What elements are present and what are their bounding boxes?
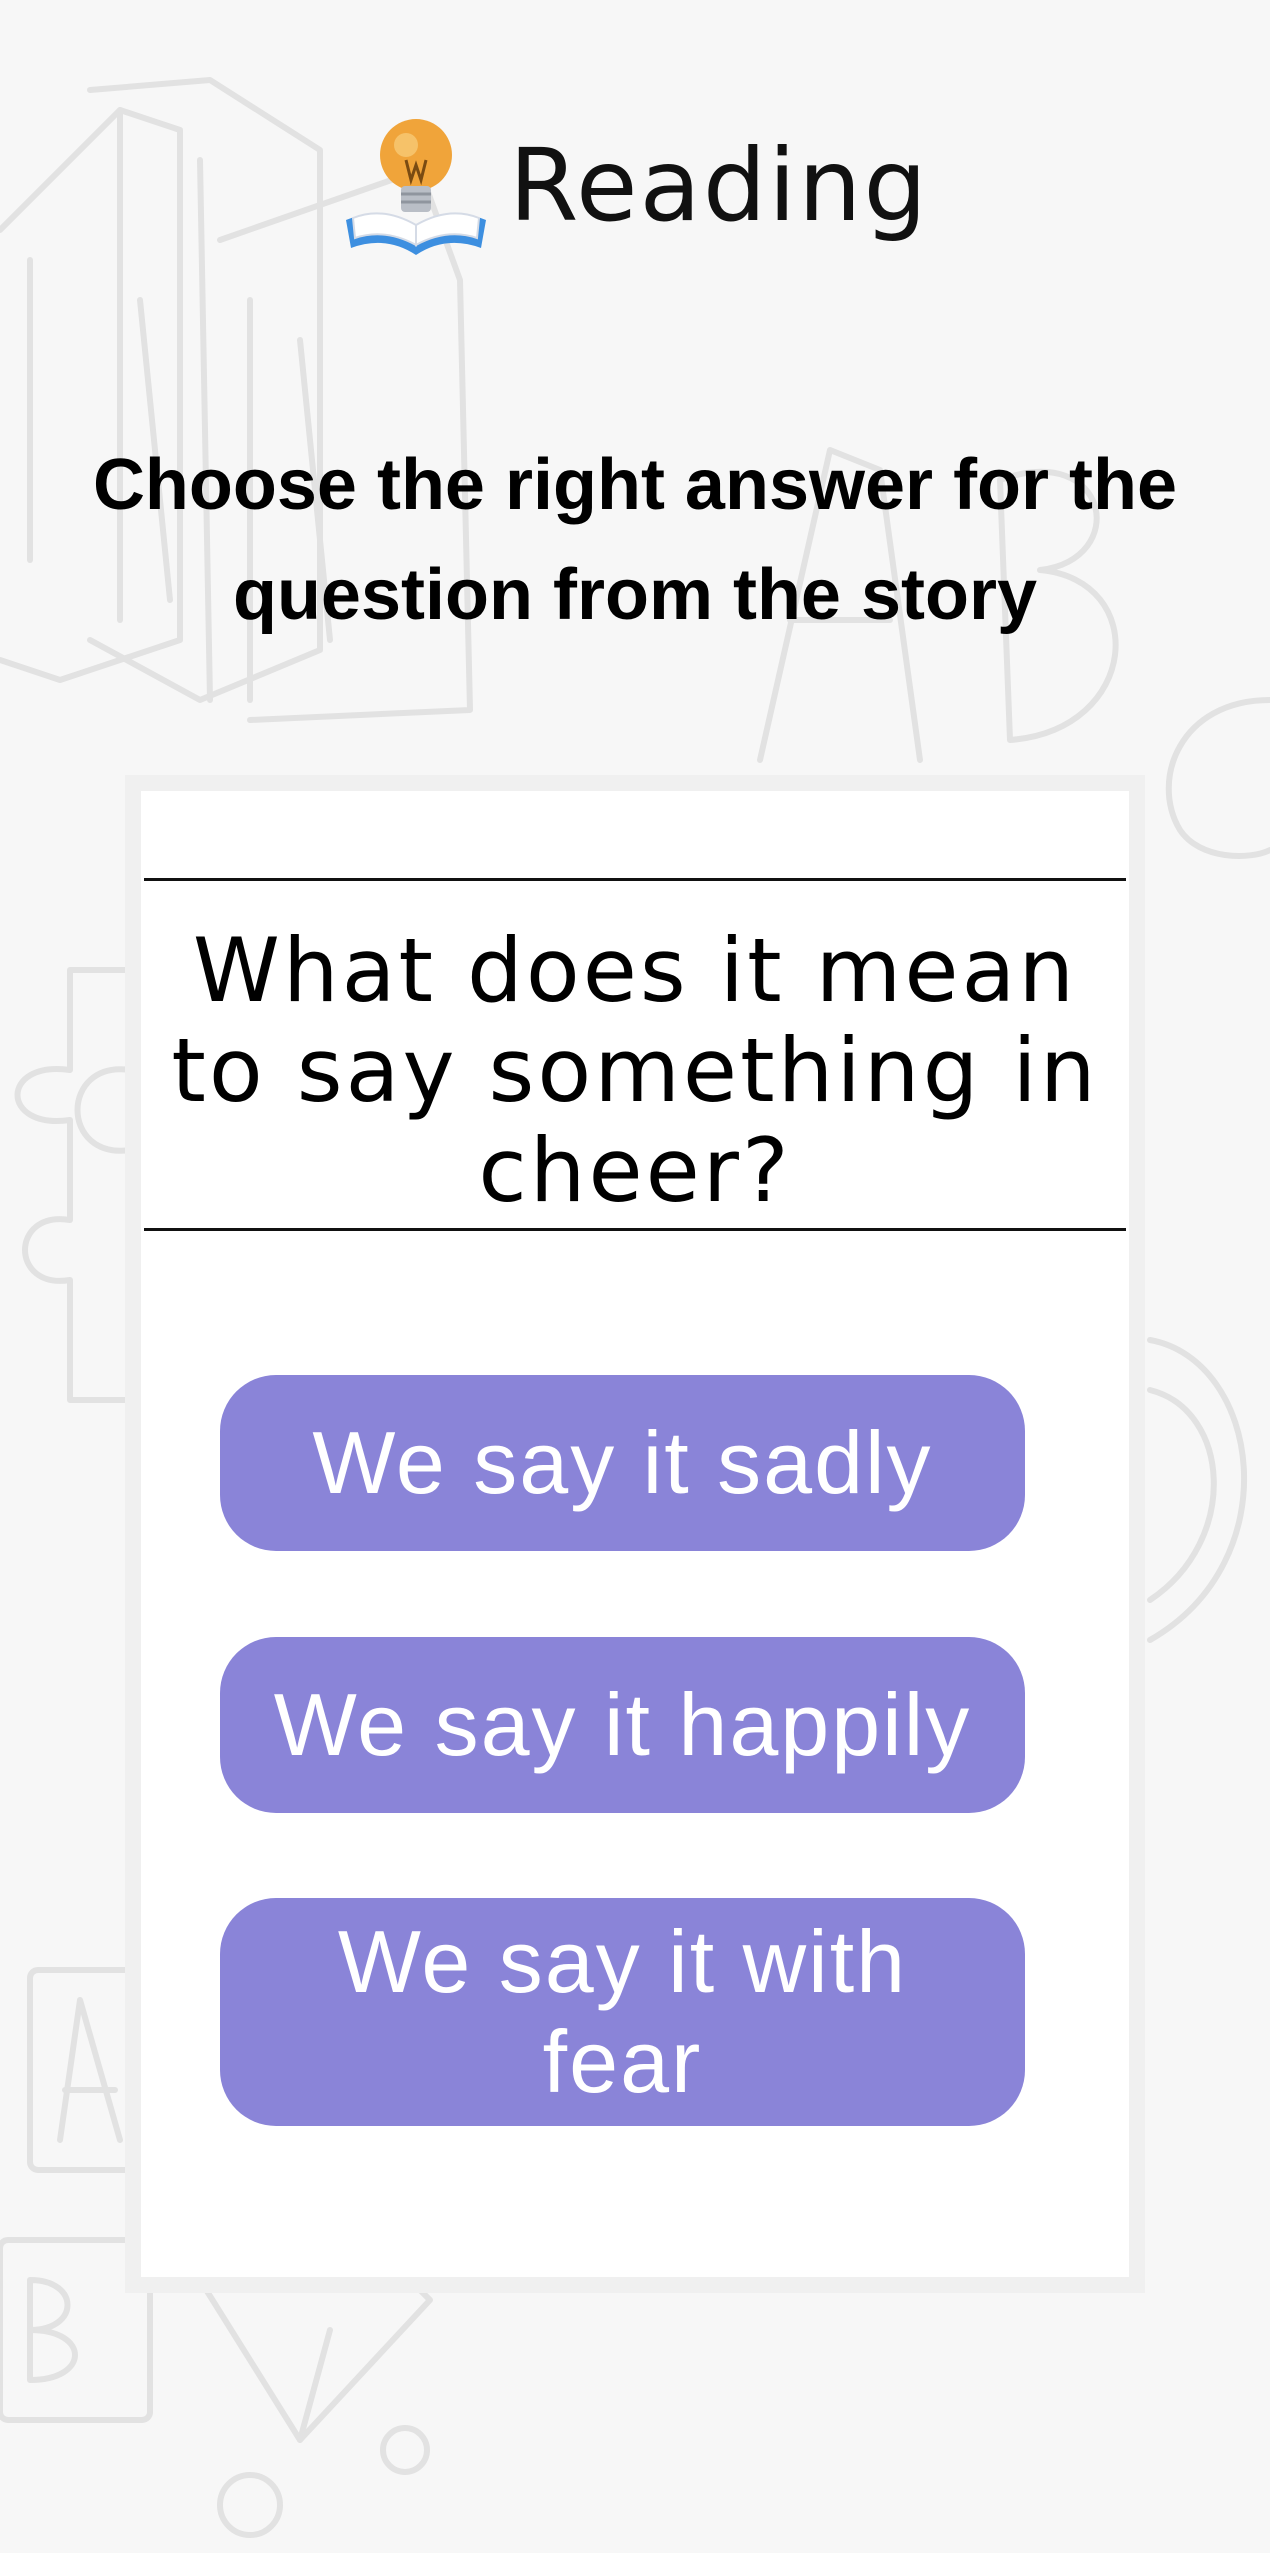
puzzle-doodle	[14, 967, 133, 1403]
answer-option-2-label: We say it happily	[273, 1675, 972, 1774]
answer-option-3-label: We say it with fear	[337, 1912, 908, 2111]
answer-option-1-label: We say it sadly	[312, 1413, 933, 1512]
question-text: What does it mean to say something in ch…	[171, 919, 1099, 1222]
answer-option-1[interactable]: We say it sadly	[220, 1375, 1025, 1551]
divider-top	[144, 878, 1126, 881]
rings-doodle	[1147, 1337, 1247, 1643]
page-title: Reading	[509, 126, 929, 244]
answer-option-2[interactable]: We say it happily	[220, 1637, 1025, 1813]
instruction-text: Choose the right answer for the question…	[92, 445, 1178, 635]
app-header: Reading	[0, 110, 1270, 260]
answer-option-3[interactable]: We say it with fear	[220, 1898, 1025, 2126]
divider-bottom	[144, 1228, 1126, 1231]
lightbulb-book-icon	[346, 119, 487, 255]
